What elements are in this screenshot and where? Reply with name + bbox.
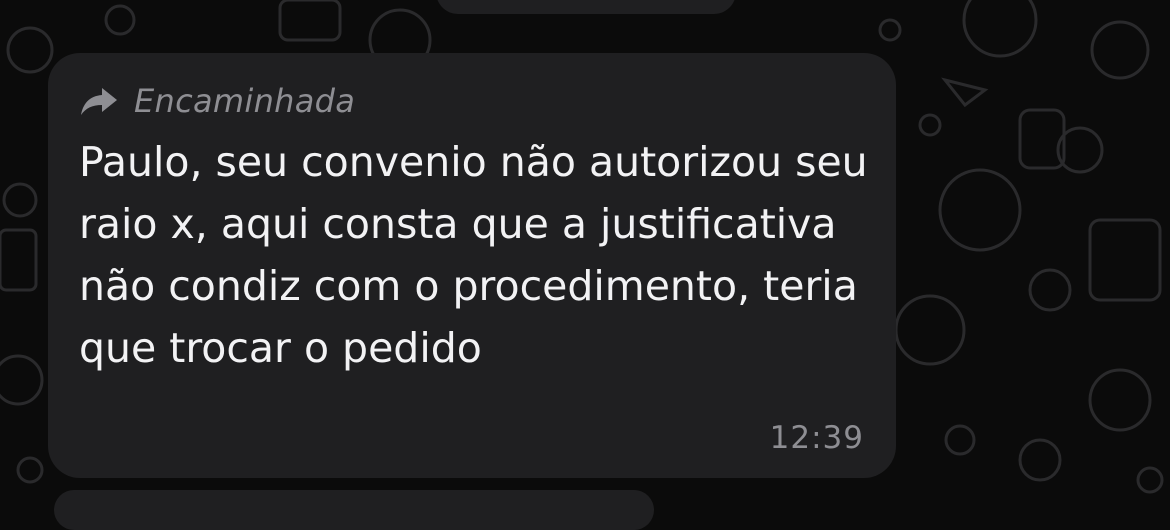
forwarded-indicator: Encaminhada <box>80 81 355 121</box>
message-text: Paulo, seu convenio não autorizou seu ra… <box>79 138 868 372</box>
forwarded-label: Encaminhada <box>134 82 356 120</box>
message-timestamp: 12:39 <box>769 420 864 456</box>
message-bubble[interactable]: Encaminhada Paulo, seu convenio não auto… <box>48 53 896 478</box>
next-message-bubble <box>54 490 654 530</box>
forward-arrow-icon <box>81 88 117 115</box>
previous-message-bubble <box>436 0 736 14</box>
